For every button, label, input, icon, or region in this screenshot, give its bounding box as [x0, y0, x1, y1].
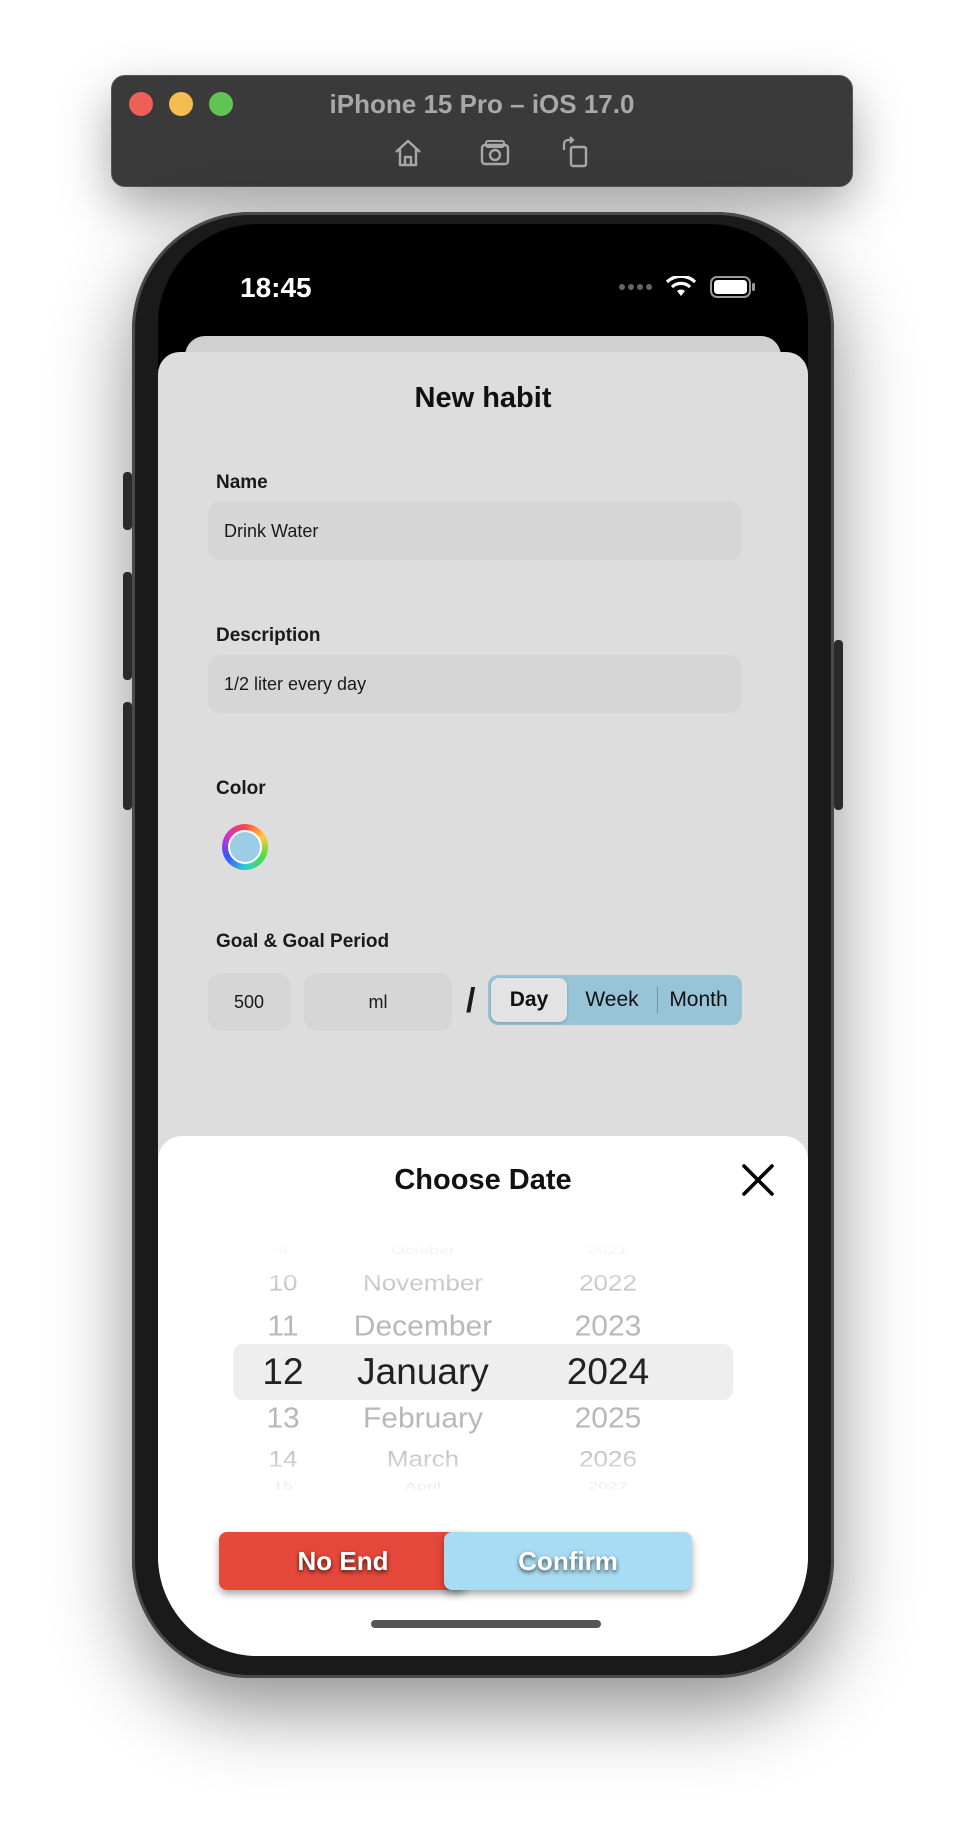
confirm-button[interactable]: Confirm [444, 1532, 692, 1590]
day-option[interactable]: 10 [233, 1270, 333, 1296]
day-option[interactable]: 13 [233, 1403, 333, 1435]
day-option[interactable]: 9 [233, 1245, 333, 1257]
description-value: 1/2 liter every day [224, 673, 367, 694]
color-picker-button[interactable] [222, 824, 268, 870]
battery-icon [710, 276, 755, 298]
month-option[interactable]: April [323, 1481, 523, 1493]
month-option[interactable]: March [323, 1446, 523, 1472]
status-icons [618, 276, 756, 298]
no-end-button[interactable]: No End [219, 1532, 467, 1590]
simulator-toolbar: iPhone 15 Pro – iOS 17.0 [111, 75, 853, 187]
month-option[interactable]: October [323, 1245, 523, 1257]
day-option[interactable]: 14 [233, 1446, 333, 1472]
goal-amount-value: 500 [233, 991, 265, 1012]
signal-dots-icon [619, 284, 652, 290]
sheet-title: New habit [414, 382, 552, 414]
goal-unit-field[interactable]: ml [304, 973, 452, 1031]
home-indicator [371, 1620, 601, 1628]
simulator-title: iPhone 15 Pro – iOS 17.0 [329, 89, 635, 119]
month-option[interactable]: December [323, 1311, 523, 1343]
description-field[interactable]: 1/2 liter every day [208, 655, 742, 713]
rotate-icon[interactable] [559, 136, 593, 170]
period-month-option[interactable]: Month [658, 978, 739, 1022]
year-option[interactable]: 2023 [523, 1311, 693, 1343]
home-icon[interactable] [391, 136, 425, 170]
description-label: Description [216, 625, 321, 646]
goal-unit-value: ml [368, 991, 388, 1012]
goal-label: Goal & Goal Period [216, 931, 390, 952]
year-option[interactable]: 2026 [523, 1446, 693, 1472]
month-option[interactable]: January [323, 1351, 523, 1393]
year-option[interactable]: 2024 [523, 1351, 693, 1393]
month-option[interactable]: February [323, 1403, 523, 1435]
year-column[interactable]: 2021 2022 2023 2024 2025 2026 2027 [523, 1240, 693, 1502]
day-option[interactable]: 11 [233, 1311, 333, 1343]
day-column[interactable]: 9 10 11 12 13 14 15 [233, 1240, 333, 1502]
power-button [834, 640, 843, 810]
name-value: Drink Water [224, 520, 319, 541]
year-option[interactable]: 2027 [523, 1481, 693, 1493]
color-label: Color [216, 778, 266, 799]
status-time: 18:45 [240, 272, 312, 303]
month-column[interactable]: October November December January February Ma… [323, 1240, 523, 1502]
year-option[interactable]: 2021 [523, 1245, 693, 1257]
month-option[interactable]: November [323, 1270, 523, 1296]
day-option[interactable]: 12 [233, 1351, 333, 1393]
period-day-option[interactable]: Day [491, 978, 567, 1022]
year-option[interactable]: 2022 [523, 1270, 693, 1296]
wifi-icon [666, 276, 696, 296]
year-option[interactable]: 2025 [523, 1403, 693, 1435]
goal-amount-field[interactable]: 500 [208, 973, 290, 1031]
day-option[interactable]: 15 [233, 1481, 333, 1493]
choose-date-modal: Choose Date 9 10 11 12 13 14 15 October Novembe… [158, 1136, 808, 1656]
date-picker-wheel[interactable]: 9 10 11 12 13 14 15 October November December Jan… [233, 1240, 733, 1502]
goal-period-control: Day Week Month [488, 975, 742, 1025]
volume-down-button [123, 702, 132, 810]
name-label: Name [216, 472, 268, 493]
goal-separator: / [466, 982, 476, 1020]
close-icon[interactable] [740, 1162, 776, 1198]
screenshot-icon[interactable] [478, 136, 512, 170]
action-button [123, 472, 132, 530]
period-week-option[interactable]: Week [567, 978, 657, 1022]
modal-title: Choose Date [394, 1164, 572, 1196]
volume-up-button [123, 572, 132, 680]
name-field[interactable]: Drink Water [208, 502, 742, 560]
phone-screen: 18:45 New habit Name Drink Water Descrip… [158, 224, 808, 1656]
